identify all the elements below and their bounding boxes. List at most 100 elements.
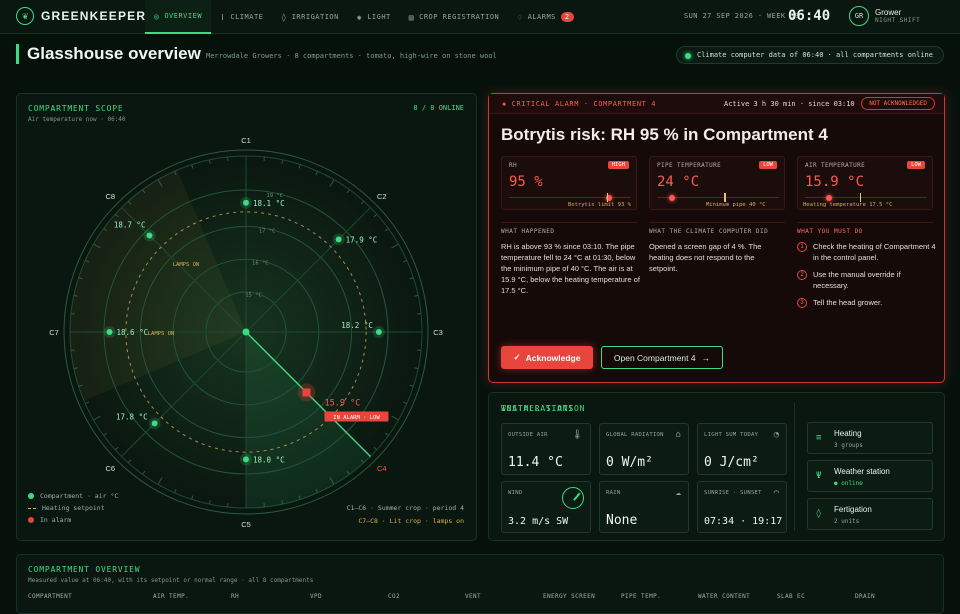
droplet-icon: ◊: [281, 13, 286, 22]
alarm-label: ✹ CRITICAL ALARM · COMPARTMENT 4: [502, 100, 656, 108]
tile-rain: RAIN☁None: [599, 481, 689, 533]
alarm-tag: IN ALARM · LOW: [333, 415, 380, 421]
compartment-radar: 19 °C17 °C16 °C15 °CLAMPS ONLAMPS ONC118…: [17, 94, 478, 542]
group-lit: C7–C8 · Lit crop · lamps on: [347, 515, 464, 528]
column-header[interactable]: PIPE TEMP.: [621, 593, 661, 600]
antenna-icon: Ψ: [816, 471, 821, 481]
column-header[interactable]: RH: [231, 593, 239, 600]
lamp-zone-label: LAMPS ON: [173, 262, 200, 268]
thermometer-icon: 🌡: [572, 430, 583, 440]
compartment-label: C4: [377, 464, 387, 473]
weather-station-panel: WEATHER STATION INSTALLATIONS OUTSIDE AI…: [488, 392, 945, 541]
happened-title: WHAT HAPPENED: [501, 228, 554, 235]
level-dot: [669, 195, 675, 201]
alarm-title: Botrytis risk: RH 95 % in Compartment 4: [501, 125, 828, 145]
user-role: NIGHT SHIFT: [875, 17, 920, 24]
nav-light[interactable]: ✺LIGHT: [348, 0, 400, 34]
leaf-logo-icon: ❦: [16, 7, 34, 25]
compartment-dot: [146, 232, 152, 238]
wind-compass-icon: [562, 487, 584, 509]
installation-heating[interactable]: ≡Heating3 groups: [807, 422, 933, 454]
column-header[interactable]: WATER CONTENT: [698, 593, 750, 600]
status-tag: HIGH: [608, 161, 629, 169]
alarm-header: ✹ CRITICAL ALARM · COMPARTMENT 4 Active …: [489, 94, 944, 114]
overview-subtitle: Measured value at 06:40, with its setpoi…: [28, 577, 313, 584]
column-header[interactable]: AIR TEMP.: [153, 593, 189, 600]
compartment-temp: 17.9 °C: [346, 235, 378, 244]
compartment-dot: [336, 236, 342, 242]
compartment-label: C8: [105, 192, 115, 201]
compartment-temp: 18.7 °C: [114, 220, 146, 229]
metric-air-temperature: AIR TEMPERATURE LOW 15.9 °C Heating temp…: [797, 156, 933, 210]
installation-fertigation[interactable]: ◊Fertigation2 units: [807, 498, 933, 530]
did-title: WHAT THE CLIMATE COMPUTER DID: [649, 228, 768, 235]
nav-overview[interactable]: ◎OVERVIEW: [145, 0, 211, 34]
column-header[interactable]: SLAB EC: [777, 593, 805, 600]
metric-track: [805, 197, 927, 198]
column-header[interactable]: VPD: [310, 593, 322, 600]
action-step: 2Use the manual override if necessary.: [797, 269, 937, 291]
alarm-marker: [302, 388, 310, 396]
heating-icon: ≡: [816, 433, 821, 443]
compartment-temp: 15.9 °C: [324, 398, 360, 408]
tile-global-radiation: GLOBAL RADIATION⌂0 W/m²: [599, 423, 689, 475]
compartment-temp: 18.2 °C: [341, 321, 373, 330]
compartment-label: C3: [433, 328, 443, 337]
limit-mark: [607, 193, 609, 202]
user-menu[interactable]: GR Grower NIGHT SHIFT: [849, 6, 920, 26]
droplet-icon: ◊: [816, 509, 821, 519]
clock: 06:40: [788, 8, 830, 24]
limit-mark: [724, 193, 726, 202]
metric-track: [657, 197, 779, 198]
column-header[interactable]: VENT: [465, 593, 481, 600]
metric-limit: Minimum pipe 40 °C: [706, 202, 766, 208]
column-header[interactable]: DRAIN: [855, 593, 875, 600]
compartment-label: C1: [241, 136, 251, 145]
scope-subtitle: Air temperature now · 06:40: [28, 116, 126, 123]
page-subtitle: Merrowdale Growers · 8 compartments · to…: [206, 52, 497, 60]
user-name: Grower: [875, 8, 920, 17]
nav-climate[interactable]: ǀCLIMATE: [211, 0, 272, 34]
scope-title: COMPARTMENT SCOPE: [28, 104, 123, 113]
arrow-right-icon: →: [702, 353, 711, 363]
clipboard-icon: ▤: [409, 13, 414, 22]
column-header[interactable]: ENERGY SCREEN: [543, 593, 595, 600]
compartment-dot: [243, 456, 249, 462]
metric-value: 15.9 °C: [805, 174, 864, 190]
tile-outside-air: OUTSIDE AIR🌡11.4 °C: [501, 423, 591, 475]
limit-mark: [860, 193, 862, 202]
acknowledge-button[interactable]: ✓Acknowledge: [501, 346, 593, 369]
group-summer: C1–C6 · Summer crop · period 4: [347, 502, 464, 515]
compartment-dot: [107, 329, 113, 335]
bell-icon: ♢: [517, 13, 522, 22]
metric-value: 24 °C: [657, 174, 699, 190]
legend-alarm: In alarm: [28, 514, 118, 526]
column-header[interactable]: CO2: [388, 593, 400, 600]
installations-title: INSTALLATIONS: [501, 404, 574, 413]
open-compartment-button[interactable]: Open Compartment 4→: [601, 346, 723, 369]
scope-legend: Compartment · air °C Heating setpoint In…: [28, 490, 118, 526]
brand[interactable]: ❦ GREENKEEPER: [16, 7, 146, 25]
nav-alarms[interactable]: ♢ALARMS2: [508, 0, 582, 34]
siren-icon: ✹: [502, 100, 512, 108]
alarm-dot-icon: [28, 517, 34, 523]
tile-sunrise-sunset: SUNRISE · SUNSET⌒07:34 · 19:17: [697, 481, 787, 533]
installation-weather-station[interactable]: ΨWeather station● online: [807, 460, 933, 492]
compartment-label: C5: [241, 520, 251, 529]
radiation-sensor-icon: ⌂: [676, 430, 681, 440]
metric-track: [509, 197, 631, 198]
must-title: WHAT YOU MUST DO: [797, 228, 863, 235]
thermometer-icon: ǀ: [220, 13, 225, 22]
nav-irrigation[interactable]: ◊IRRIGATION: [272, 0, 347, 34]
ring-label: 15 °C: [245, 293, 262, 299]
top-bar: ❦ GREENKEEPER ◎OVERVIEW ǀCLIMATE ◊IRRIGA…: [0, 0, 960, 34]
tile-light-sum: LIGHT SUM TODAY◔0 J/cm²: [697, 423, 787, 475]
compartment-overview-panel: COMPARTMENT OVERVIEW Measured value at 0…: [16, 554, 944, 614]
page-header: Glasshouse overview Merrowdale Growers ·…: [16, 44, 944, 66]
online-count: 8 / 8 ONLINE: [413, 104, 464, 112]
dashed-line-icon: [28, 508, 36, 509]
level-dot: [826, 195, 832, 201]
nav-crop-registration[interactable]: ▤CROP REGISTRATION: [400, 0, 508, 34]
avatar: GR: [849, 6, 869, 26]
column-header[interactable]: COMPARTMENT: [28, 593, 72, 600]
